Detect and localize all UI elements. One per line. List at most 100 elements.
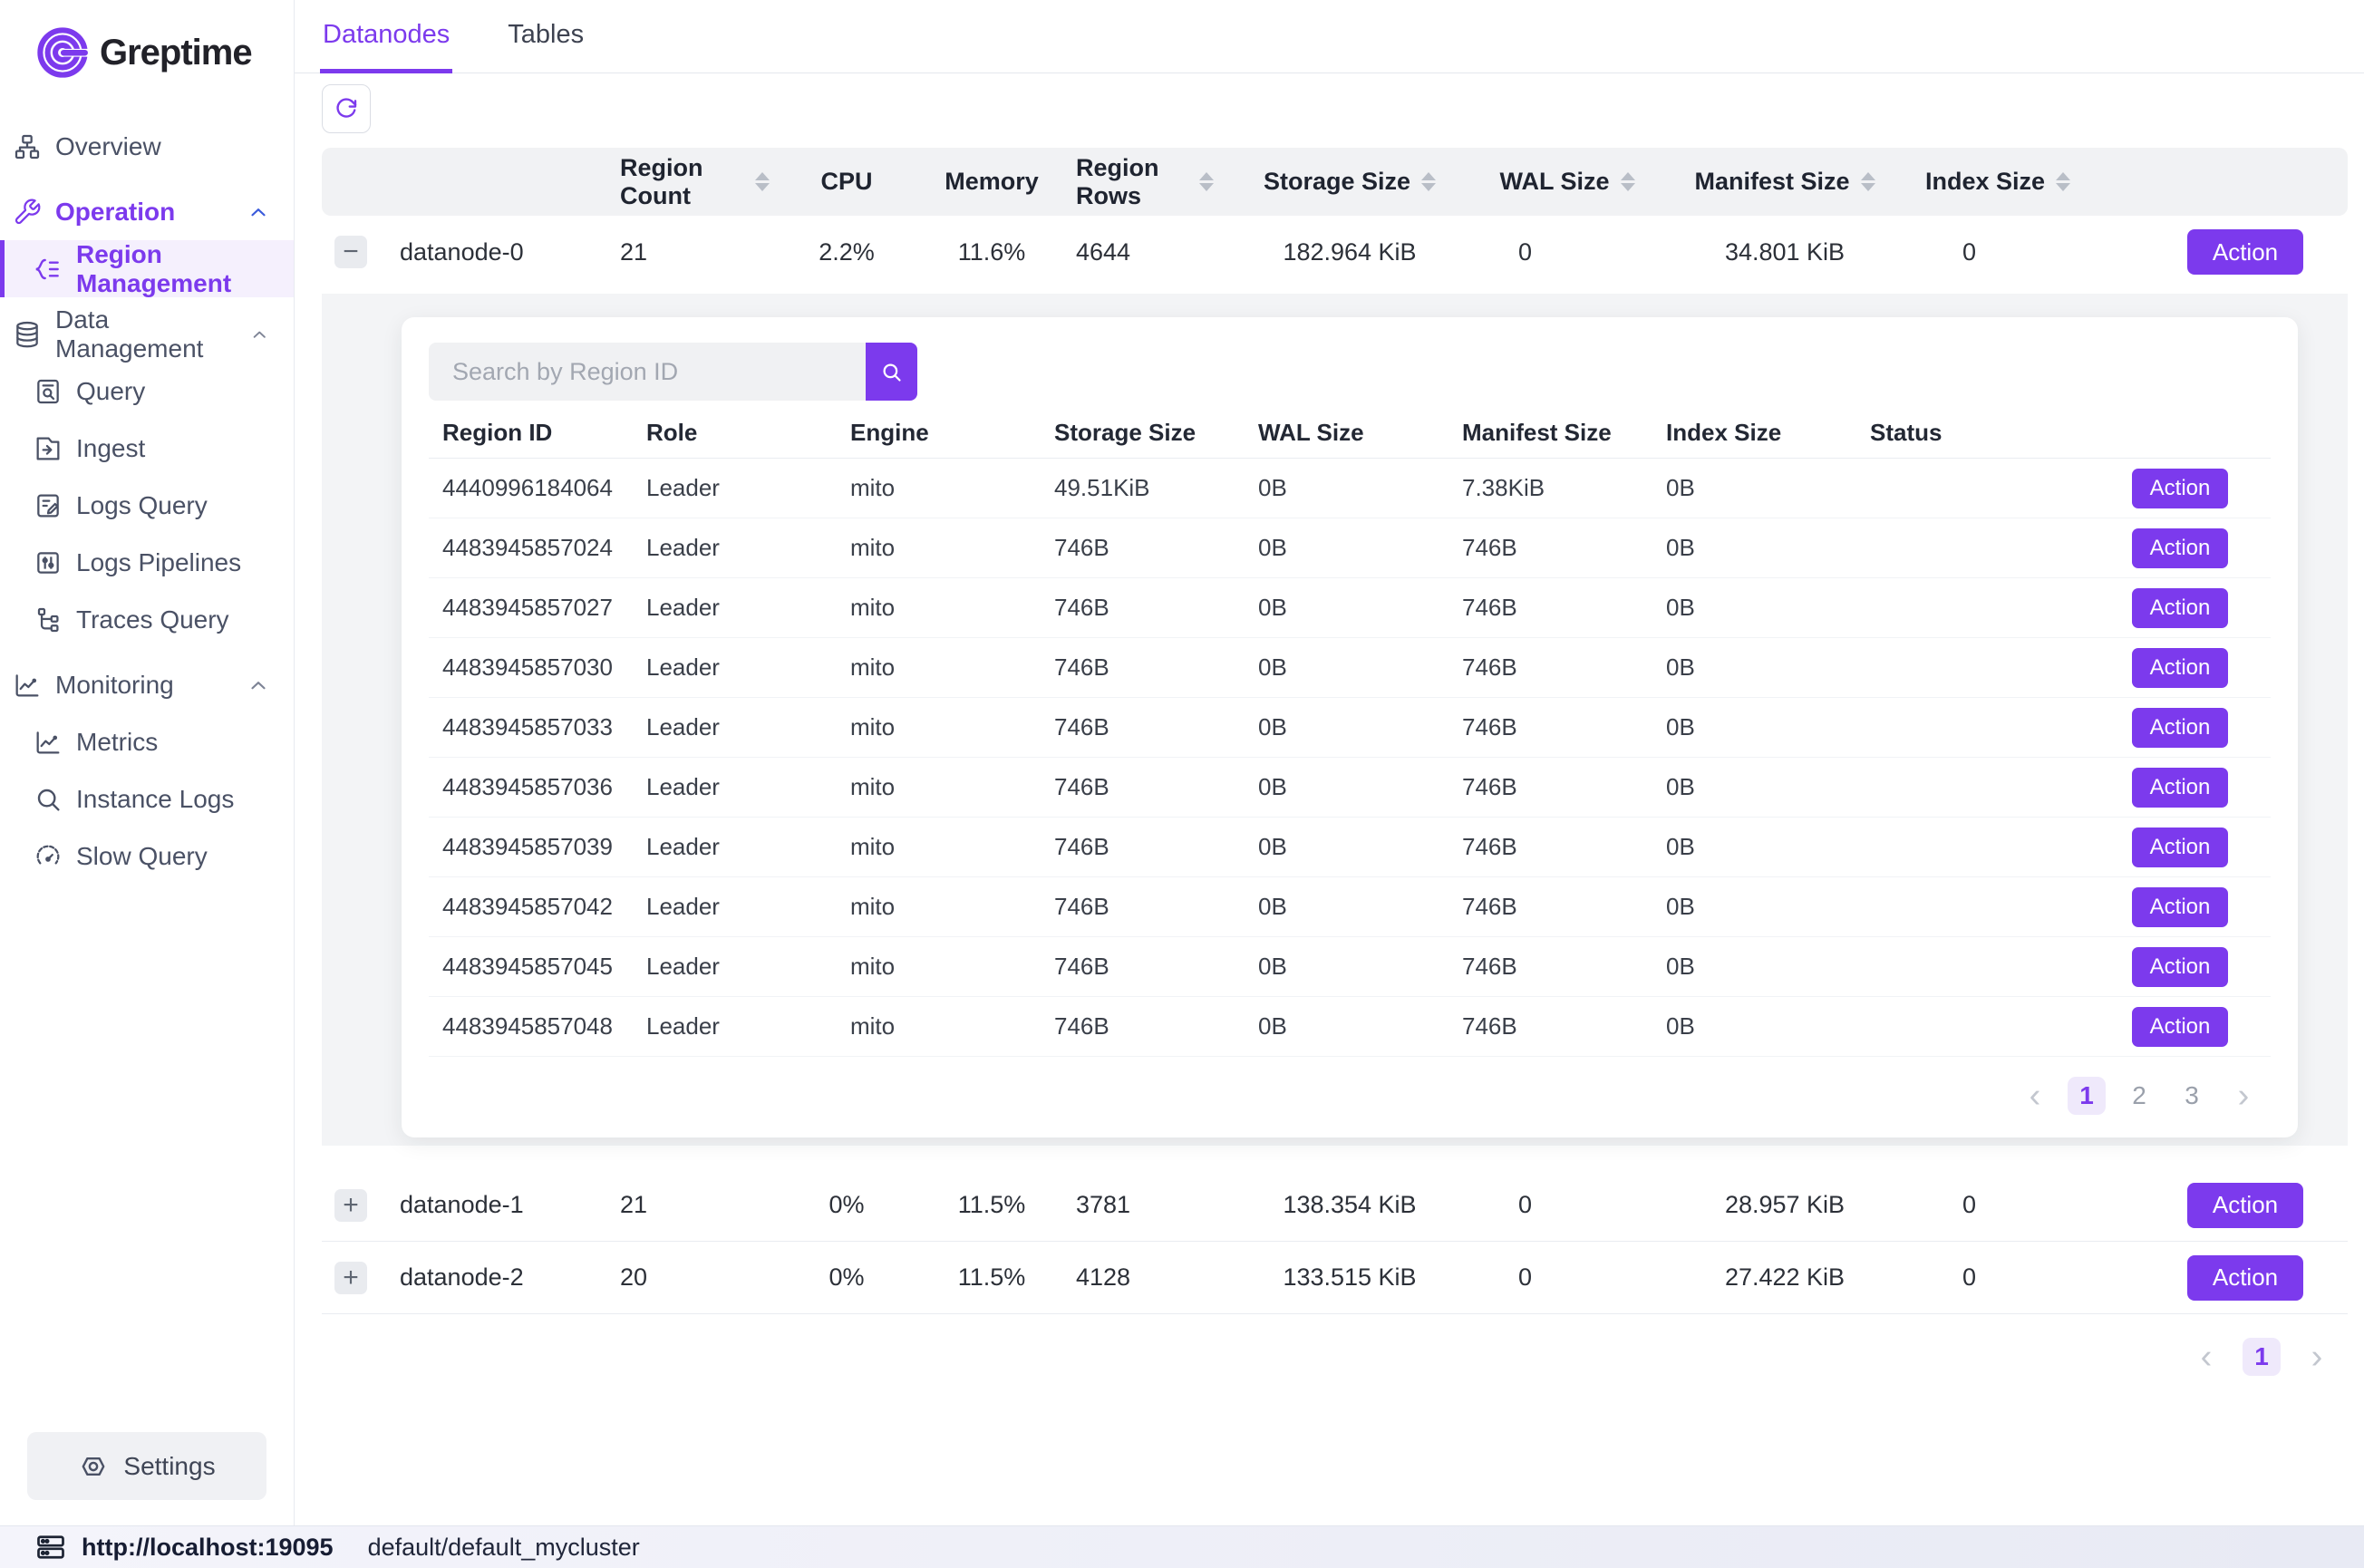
manifest-size-value: 746B (1448, 534, 1652, 562)
datanode-action-button[interactable]: Action (2187, 1183, 2303, 1228)
main-content: Datanodes Tables Region Count CPU (295, 0, 2364, 1525)
greptime-logo-icon (36, 26, 89, 79)
storage-size-value: 746B (1041, 594, 1245, 622)
sidebar-item-metrics[interactable]: Metrics (0, 713, 294, 770)
datanode-row-2: + datanode-2 20 0% 11.5% 4128 133.515 Ki… (322, 1242, 2348, 1314)
wal-size-value: 0B (1245, 1012, 1448, 1040)
region-search-input[interactable] (429, 343, 866, 401)
sidebar-item-data-management[interactable]: Data Management (0, 305, 294, 363)
column-header-storage-size: Storage Size (1214, 168, 1486, 196)
region-row: 4483945857027 Leader mito 746B 0B 746B 0… (429, 578, 2271, 638)
region-row: 4483945857039 Leader mito 746B 0B 746B 0… (429, 818, 2271, 877)
region-action-button[interactable]: Action (2132, 1007, 2228, 1047)
storage-size-value: 49.51KiB (1041, 474, 1245, 502)
datanode-action-button[interactable]: Action (2187, 1255, 2303, 1301)
pagination-next-icon[interactable]: › (2299, 1340, 2335, 1374)
datanode-action-button[interactable]: Action (2187, 229, 2303, 275)
region-action-button[interactable]: Action (2132, 588, 2228, 628)
role-value: Leader (633, 1012, 837, 1040)
column-header-role: Role (633, 419, 837, 447)
region-action-button[interactable]: Action (2132, 887, 2228, 927)
memory-value: 11.6% (924, 238, 1060, 266)
sidebar-item-label: Instance Logs (76, 785, 234, 814)
region-search-button[interactable] (866, 343, 917, 401)
collapse-row-button[interactable]: − (334, 236, 367, 268)
column-header-memory: Memory (924, 168, 1060, 196)
sidebar-item-ingest[interactable]: Ingest (0, 420, 294, 477)
sort-icon[interactable] (1861, 172, 1875, 191)
wal-size-value: 0B (1245, 953, 1448, 981)
pagination-page-1[interactable]: 1 (2068, 1077, 2106, 1115)
pagination-prev-icon[interactable]: ‹ (2017, 1079, 2053, 1113)
pagination-prev-icon[interactable]: ‹ (2188, 1340, 2224, 1374)
manifest-size-value: 746B (1448, 713, 1652, 741)
sidebar-item-overview[interactable]: Overview (0, 118, 294, 175)
org-chart-icon (13, 132, 42, 161)
index-size-value: 0B (1652, 1012, 1856, 1040)
expand-row-button[interactable]: + (334, 1262, 367, 1294)
region-id-value: 4483945857030 (429, 653, 633, 682)
sidebar-item-label: Data Management (55, 305, 236, 363)
tab-tables[interactable]: Tables (505, 0, 586, 73)
index-size-value: 0B (1652, 833, 1856, 861)
region-action-button[interactable]: Action (2132, 768, 2228, 808)
tab-datanodes[interactable]: Datanodes (320, 0, 452, 73)
region-row: 4483945857036 Leader mito 746B 0B 746B 0… (429, 758, 2271, 818)
sort-icon[interactable] (755, 172, 770, 191)
sidebar-item-logs-pipelines[interactable]: Logs Pipelines (0, 534, 294, 591)
region-count-value: 20 (588, 1263, 770, 1292)
sort-icon[interactable] (1621, 172, 1635, 191)
index-size-value: 0 (1921, 1191, 2075, 1219)
sidebar-nav: Overview Operation Region Management Dat… (0, 118, 294, 1432)
sidebar-item-operation[interactable]: Operation (0, 183, 294, 240)
pagination-next-icon[interactable]: › (2225, 1079, 2262, 1113)
refresh-button[interactable] (322, 84, 371, 133)
sidebar-item-traces-query[interactable]: Traces Query (0, 591, 294, 648)
index-size-value: 0B (1652, 474, 1856, 502)
role-value: Leader (633, 653, 837, 682)
column-header-engine: Engine (837, 419, 1041, 447)
chevron-up-icon[interactable] (247, 673, 270, 697)
sidebar-item-region-management[interactable]: Region Management (0, 240, 294, 297)
manifest-size-value: 746B (1448, 594, 1652, 622)
column-header-storage-size: Storage Size (1041, 419, 1245, 447)
engine-value: mito (837, 893, 1041, 921)
pagination-page-1[interactable]: 1 (2243, 1338, 2281, 1376)
datanode-name: datanode-0 (380, 238, 588, 266)
chevron-up-icon[interactable] (249, 323, 270, 346)
sort-icon[interactable] (2056, 172, 2070, 191)
region-id-value: 4483945857039 (429, 833, 633, 861)
doc-edit-icon (34, 491, 63, 520)
sidebar-item-slow-query[interactable]: Slow Query (0, 828, 294, 885)
pagination-page-2[interactable]: 2 (2120, 1077, 2158, 1115)
chevron-up-icon[interactable] (247, 200, 270, 224)
region-action-button[interactable]: Action (2132, 469, 2228, 508)
engine-value: mito (837, 833, 1041, 861)
column-header-status: Status (1856, 419, 2060, 447)
region-action-button[interactable]: Action (2132, 648, 2228, 688)
region-row: 4483945857048 Leader mito 746B 0B 746B 0… (429, 997, 2271, 1057)
expand-row-button[interactable]: + (334, 1189, 367, 1222)
datanode-row-0: − datanode-0 21 2.2% 11.6% 4644 182.964 … (322, 216, 2348, 288)
region-action-button[interactable]: Action (2132, 947, 2228, 987)
tree-icon (34, 605, 63, 634)
region-rows-value: 4644 (1060, 238, 1214, 266)
speedometer-icon (34, 842, 63, 871)
region-pagination: ‹ 1 2 3 › (429, 1077, 2271, 1115)
sort-icon[interactable] (1421, 172, 1436, 191)
role-value: Leader (633, 594, 837, 622)
sidebar-item-query[interactable]: Query (0, 363, 294, 420)
settings-button[interactable]: Settings (27, 1432, 266, 1500)
sidebar-item-logs-query[interactable]: Logs Query (0, 477, 294, 534)
pagination-page-3[interactable]: 3 (2173, 1077, 2211, 1115)
sort-icon[interactable] (1199, 172, 1214, 191)
cluster-name[interactable]: default/default_mycluster (368, 1534, 640, 1562)
region-action-button[interactable]: Action (2132, 528, 2228, 568)
sidebar-item-label: Metrics (76, 728, 158, 757)
cpu-value: 0% (770, 1191, 924, 1219)
sidebar-item-monitoring[interactable]: Monitoring (0, 656, 294, 713)
region-action-button[interactable]: Action (2132, 708, 2228, 748)
region-action-button[interactable]: Action (2132, 828, 2228, 867)
sidebar-item-instance-logs[interactable]: Instance Logs (0, 770, 294, 828)
server-url[interactable]: http://localhost:19095 (82, 1534, 334, 1562)
